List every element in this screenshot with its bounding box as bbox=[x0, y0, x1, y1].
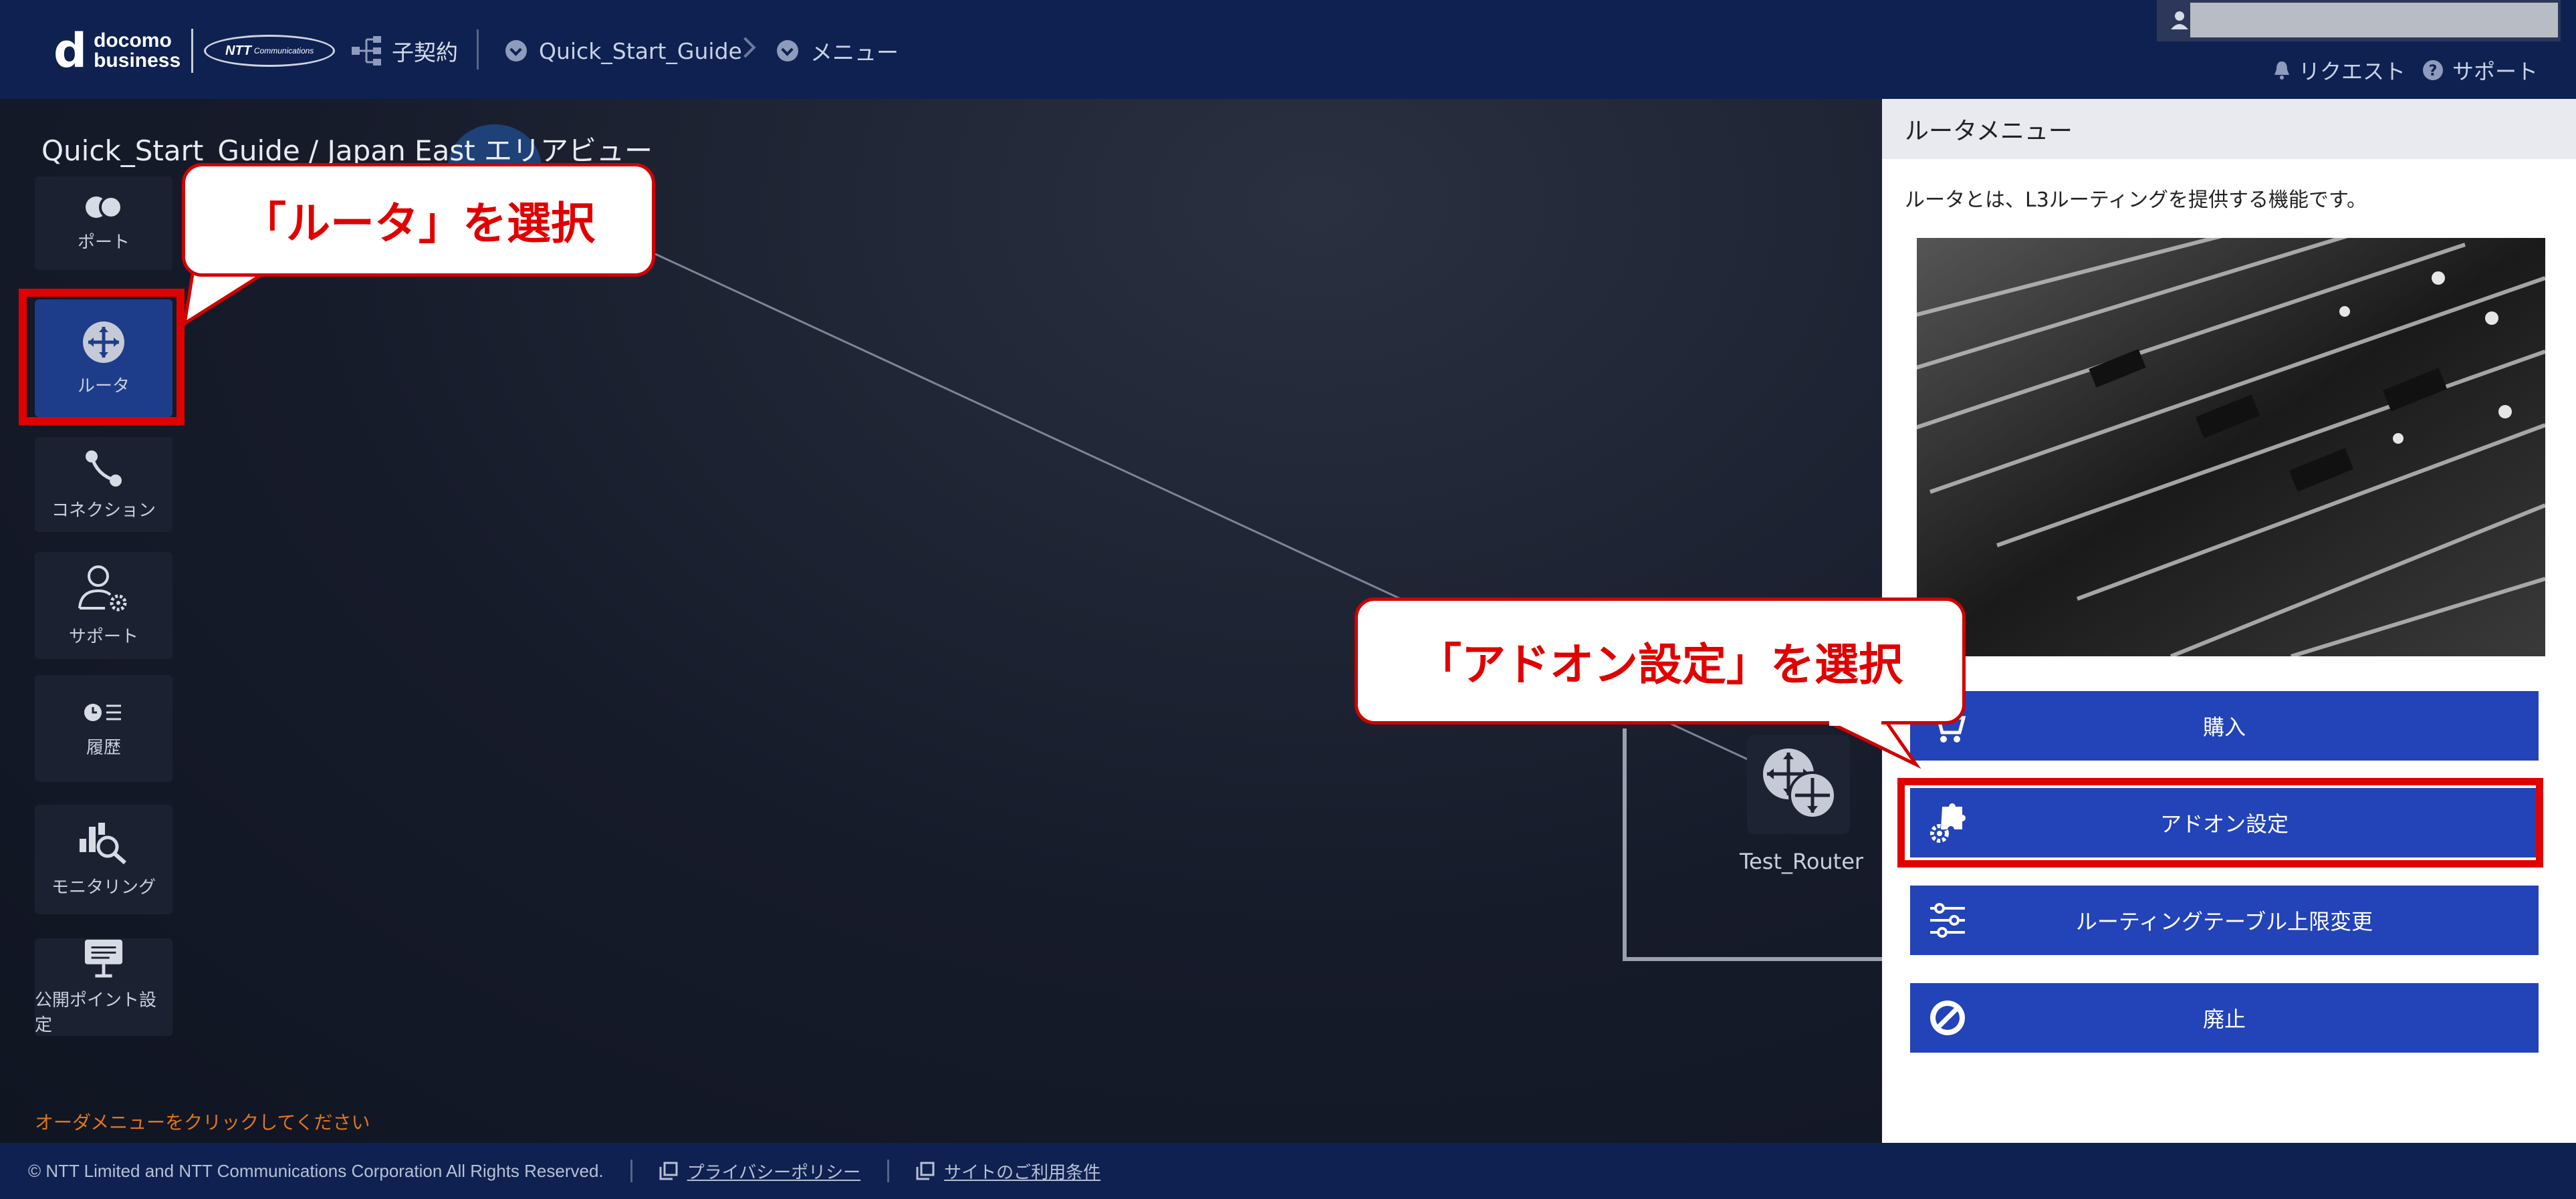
external-window-icon bbox=[916, 1162, 935, 1180]
terms-of-use-link[interactable]: サイトのご利用条件 bbox=[916, 1159, 1100, 1184]
footer: © NTT Limited and NTT Communications Cor… bbox=[0, 1143, 2576, 1199]
privacy-policy-link[interactable]: プライバシーポリシー bbox=[659, 1159, 860, 1184]
terms-of-use-label: サイトのご利用条件 bbox=[944, 1162, 1101, 1183]
privacy-policy-label: プライバシーポリシー bbox=[687, 1162, 861, 1183]
footer-divider bbox=[887, 1160, 890, 1182]
callout-addon-tail-cover bbox=[1829, 718, 1881, 726]
footer-divider bbox=[630, 1160, 632, 1182]
external-window-icon bbox=[659, 1162, 678, 1180]
copyright-text: © NTT Limited and NTT Communications Cor… bbox=[28, 1160, 604, 1181]
